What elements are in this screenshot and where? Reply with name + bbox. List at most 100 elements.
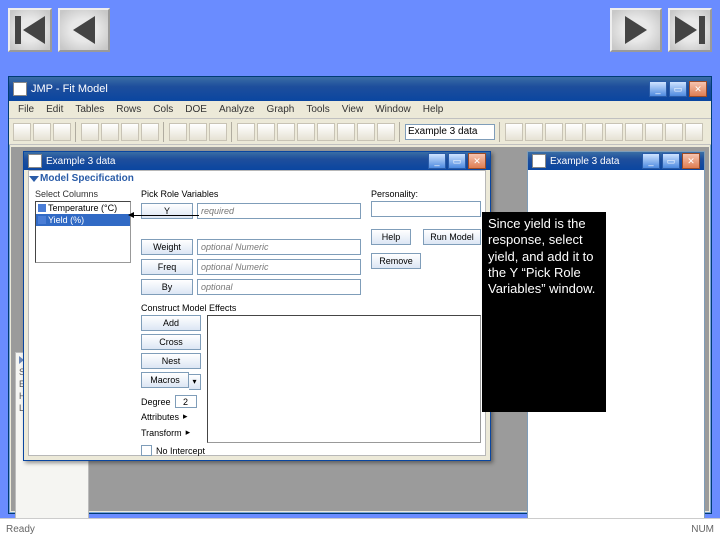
weight-role-button[interactable]: Weight: [141, 239, 193, 255]
remove-button[interactable]: Remove: [371, 253, 421, 269]
y-role-field[interactable]: required: [197, 203, 361, 219]
menu-view[interactable]: View: [337, 103, 369, 116]
continuous-icon: [38, 216, 46, 224]
nest-effect-button[interactable]: Nest: [141, 353, 201, 369]
toolbar-button[interactable]: [565, 123, 583, 141]
toolbar-button[interactable]: [605, 123, 623, 141]
toolbar-button[interactable]: [81, 123, 99, 141]
nav-last-button[interactable]: [668, 8, 712, 52]
toolbar-button[interactable]: [141, 123, 159, 141]
toolbar-button[interactable]: [645, 123, 663, 141]
window-icon: [28, 154, 42, 168]
menu-analyze[interactable]: Analyze: [214, 103, 260, 116]
by-role-field[interactable]: optional: [197, 279, 361, 295]
model-effects-list[interactable]: [207, 315, 481, 443]
menu-tables[interactable]: Tables: [70, 103, 109, 116]
tutorial-callout: Since yield is the response, select yiel…: [482, 212, 606, 412]
menu-graph[interactable]: Graph: [262, 103, 300, 116]
maximize-button[interactable]: ▭: [662, 153, 680, 169]
nav-next-button[interactable]: [610, 8, 662, 52]
toolbar-button[interactable]: [505, 123, 523, 141]
data-window-title: Example 3 data: [550, 156, 620, 167]
disclosure-icon: [29, 176, 39, 182]
help-button[interactable]: Help: [371, 229, 411, 245]
close-button[interactable]: ✕: [689, 81, 707, 97]
status-right: NUM: [691, 524, 714, 535]
menu-rows[interactable]: Rows: [111, 103, 146, 116]
close-button[interactable]: ✕: [682, 153, 700, 169]
attributes-label: Attributes: [141, 412, 179, 422]
minimize-button[interactable]: _: [428, 153, 446, 169]
menu-tools[interactable]: Tools: [301, 103, 334, 116]
column-item-yield[interactable]: Yield (%): [36, 214, 130, 226]
toolbar-button[interactable]: [101, 123, 119, 141]
macros-button[interactable]: Macros: [141, 372, 189, 388]
run-model-button[interactable]: Run Model: [423, 229, 481, 245]
menu-window[interactable]: Window: [370, 103, 416, 116]
menu-edit[interactable]: Edit: [41, 103, 68, 116]
select-columns-list[interactable]: Temperature (°C) Yield (%): [35, 201, 131, 263]
jmp-title: JMP - Fit Model: [31, 83, 108, 95]
toolbar-button[interactable]: [189, 123, 207, 141]
attributes-dropdown-icon[interactable]: ▸: [183, 411, 188, 422]
toolbar-button[interactable]: [377, 123, 395, 141]
weight-role-field[interactable]: optional Numeric: [197, 239, 361, 255]
nav-prev-button[interactable]: [58, 8, 110, 52]
no-intercept-checkbox[interactable]: [141, 445, 152, 456]
transform-dropdown-icon[interactable]: ▸: [186, 427, 191, 438]
model-spec-disclosure[interactable]: Model Specification: [31, 173, 134, 184]
toolbar-button[interactable]: [169, 123, 187, 141]
menu-doe[interactable]: DOE: [180, 103, 212, 116]
toolbar-doc-field[interactable]: Example 3 data: [405, 124, 495, 140]
menu-cols[interactable]: Cols: [148, 103, 178, 116]
toolbar-button[interactable]: [121, 123, 139, 141]
status-left: Ready: [6, 524, 35, 535]
minimize-button[interactable]: _: [642, 153, 660, 169]
toolbar-button[interactable]: [237, 123, 255, 141]
close-button[interactable]: ✕: [468, 153, 486, 169]
toolbar-button[interactable]: [545, 123, 563, 141]
jmp-titlebar: JMP - Fit Model _ ▭ ✕: [9, 77, 711, 101]
maximize-button[interactable]: ▭: [448, 153, 466, 169]
continuous-icon: [38, 204, 46, 212]
freq-role-button[interactable]: Freq: [141, 259, 193, 275]
toolbar-button[interactable]: [665, 123, 683, 141]
by-role-button[interactable]: By: [141, 279, 193, 295]
toolbar-button[interactable]: [685, 123, 703, 141]
personality-label: Personality:: [371, 189, 418, 199]
toolbar-button[interactable]: [357, 123, 375, 141]
toolbar-button[interactable]: [257, 123, 275, 141]
jmp-app-icon: [13, 82, 27, 96]
toolbar-button[interactable]: [297, 123, 315, 141]
toolbar-button[interactable]: [209, 123, 227, 141]
toolbar: Example 3 data: [9, 119, 711, 145]
menu-help[interactable]: Help: [418, 103, 449, 116]
personality-select[interactable]: [371, 201, 481, 217]
degree-input[interactable]: [175, 395, 197, 408]
menu-file[interactable]: File: [13, 103, 39, 116]
fit-title: Example 3 data: [46, 156, 116, 167]
toolbar-button[interactable]: [277, 123, 295, 141]
toolbar-button[interactable]: [33, 123, 51, 141]
no-intercept-label: No Intercept: [156, 446, 205, 456]
add-effect-button[interactable]: Add: [141, 315, 201, 331]
column-item-temperature[interactable]: Temperature (°C): [36, 202, 130, 214]
toolbar-button[interactable]: [53, 123, 71, 141]
nav-first-button[interactable]: [8, 8, 52, 52]
toolbar-button[interactable]: [625, 123, 643, 141]
y-role-button[interactable]: Y: [141, 203, 193, 219]
status-bar: Ready NUM: [0, 518, 720, 540]
fit-model-window: Example 3 data _ ▭ ✕ Model Specification…: [23, 151, 491, 461]
toolbar-button[interactable]: [337, 123, 355, 141]
toolbar-button[interactable]: [317, 123, 335, 141]
freq-role-field[interactable]: optional Numeric: [197, 259, 361, 275]
toolbar-button[interactable]: [525, 123, 543, 141]
restore-button[interactable]: ▭: [669, 81, 687, 97]
macros-dropdown-icon[interactable]: ▾: [189, 374, 201, 390]
toolbar-button[interactable]: [585, 123, 603, 141]
minimize-button[interactable]: _: [649, 81, 667, 97]
transform-label: Transform: [141, 428, 182, 438]
jmp-main-window: JMP - Fit Model _ ▭ ✕ File Edit Tables R…: [8, 76, 712, 514]
toolbar-button[interactable]: [13, 123, 31, 141]
cross-effect-button[interactable]: Cross: [141, 334, 201, 350]
